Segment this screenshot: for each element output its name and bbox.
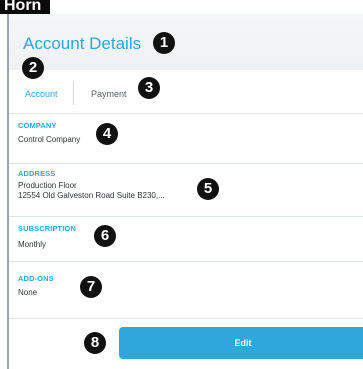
addons-value: None <box>18 288 38 297</box>
address-label: ADDRESS <box>18 169 56 178</box>
edit-button[interactable]: Edit <box>119 327 363 359</box>
subscription-label: SUBSCRIPTION <box>18 224 76 233</box>
callout-badge-7: 7 <box>80 276 102 298</box>
page-title: Account Details <box>23 34 142 53</box>
callout-badge-6: 6 <box>94 225 116 247</box>
address-line1: Production Floor <box>18 181 77 190</box>
corner-label-text: Horn <box>4 0 42 14</box>
company-section: COMPANY Control Company 4 <box>9 114 363 164</box>
callout-badge-1: 1 <box>153 32 175 54</box>
callout-badge-5: 5 <box>197 178 219 200</box>
address-line2: 12554 Old Galveston Road Suite B230,... <box>18 191 165 200</box>
addons-label: ADD-ONS <box>18 274 54 283</box>
callout-badge-4: 4 <box>96 123 118 145</box>
tab-payment[interactable]: Payment <box>91 89 127 99</box>
tab-account[interactable]: Account <box>25 89 58 99</box>
company-label: COMPANY <box>18 121 57 130</box>
callout-badge-2: 2 <box>22 57 44 79</box>
callout-badge-8: 8 <box>84 332 106 354</box>
subscription-value: Monthly <box>18 240 47 249</box>
corner-label: Horn <box>0 0 50 14</box>
addons-section: ADD-ONS None 7 <box>9 262 363 319</box>
card-header: Account Details 1 <box>9 14 363 70</box>
tab-bar: 2 Account Payment 3 <box>9 57 363 114</box>
tab-divider <box>73 81 74 105</box>
subscription-section: SUBSCRIPTION Monthly 6 <box>9 217 363 262</box>
callout-badge-3: 3 <box>138 77 160 99</box>
address-section: ADDRESS Production Floor 12554 Old Galve… <box>9 164 363 217</box>
company-value: Control Company <box>18 135 81 144</box>
account-details-card: Account Details 1 2 Account Payment 3 CO… <box>7 14 363 369</box>
